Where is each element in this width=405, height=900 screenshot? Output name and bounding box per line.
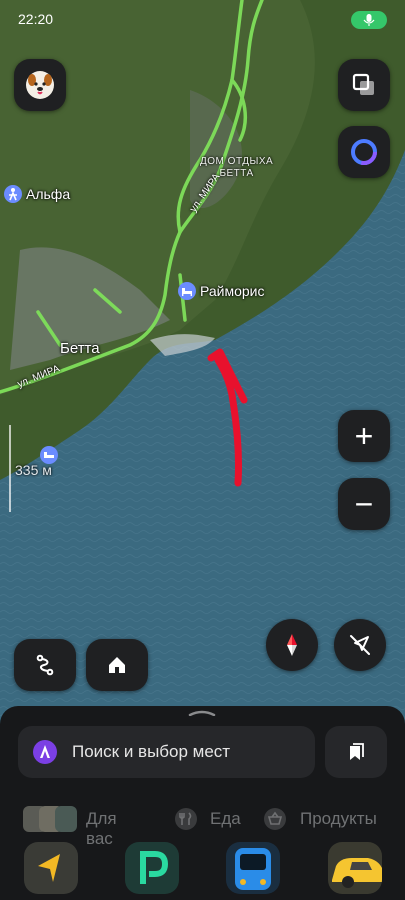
- navigator-app-icon: [38, 854, 60, 882]
- poi-label: Альфа: [26, 186, 71, 202]
- poi-alpha[interactable]: Альфа: [4, 185, 70, 203]
- search-bar[interactable]: Поиск и выбор мест: [18, 726, 315, 778]
- profile-avatar-button[interactable]: [14, 59, 66, 111]
- transport-app-button[interactable]: [226, 842, 280, 894]
- chip-label: Для вас: [86, 809, 117, 848]
- layers-icon: [352, 73, 374, 95]
- route-icon: [36, 654, 54, 676]
- parking-app-icon: [140, 851, 169, 884]
- alice-search-icon: [33, 740, 57, 764]
- zoom-out-button[interactable]: −: [338, 478, 390, 530]
- basket-icon: [264, 808, 286, 830]
- home-button[interactable]: [86, 639, 148, 691]
- settlement-label: Бетта: [60, 340, 100, 357]
- dog-avatar-icon: [26, 71, 54, 99]
- layers-button[interactable]: [338, 59, 390, 111]
- scale-label: 335 м: [15, 462, 52, 478]
- location-off-icon: [350, 635, 370, 655]
- clock: 22:20: [18, 11, 54, 27]
- taxi-app-button[interactable]: [328, 842, 382, 894]
- plus-icon: +: [354, 418, 374, 454]
- bookmarks-icon: [350, 743, 364, 760]
- alice-icon: [351, 139, 377, 165]
- mic-indicator: [351, 11, 387, 29]
- bookmarks-button[interactable]: [325, 726, 387, 778]
- compass-button[interactable]: [266, 619, 318, 671]
- poi-raymoris[interactable]: Райморис: [178, 282, 265, 300]
- alice-button[interactable]: [338, 126, 390, 178]
- route-button[interactable]: [14, 639, 76, 691]
- taxi-app-icon: [332, 858, 382, 888]
- location-button[interactable]: [334, 619, 386, 671]
- compass-icon: [287, 634, 297, 656]
- fork-knife-icon: [175, 808, 197, 830]
- poi-label: Райморис: [200, 283, 265, 299]
- search-placeholder: Поиск и выбор мест: [72, 742, 231, 761]
- label-line: ДОМ ОТДЫХА: [200, 156, 274, 167]
- sheet-handle-icon[interactable]: [188, 710, 216, 716]
- avatars-icon: [23, 806, 77, 832]
- zoom-in-button[interactable]: +: [338, 410, 390, 462]
- transport-app-icon: [235, 848, 271, 890]
- person-pin-icon: [4, 185, 22, 203]
- chip-label: Еда: [210, 809, 241, 828]
- navigator-app-button[interactable]: [24, 842, 78, 894]
- map-screen: ДОМ ОТДЫХА БЕТТА ул. МИРА ул. МИРА Альфа…: [0, 0, 405, 900]
- chip-label: Продукты: [300, 809, 377, 828]
- minus-icon: −: [354, 486, 374, 522]
- parking-app-button[interactable]: [125, 842, 179, 894]
- hotel-pin-icon: [178, 282, 196, 300]
- home-icon: [109, 657, 125, 673]
- status-bar: 22:20: [0, 0, 405, 40]
